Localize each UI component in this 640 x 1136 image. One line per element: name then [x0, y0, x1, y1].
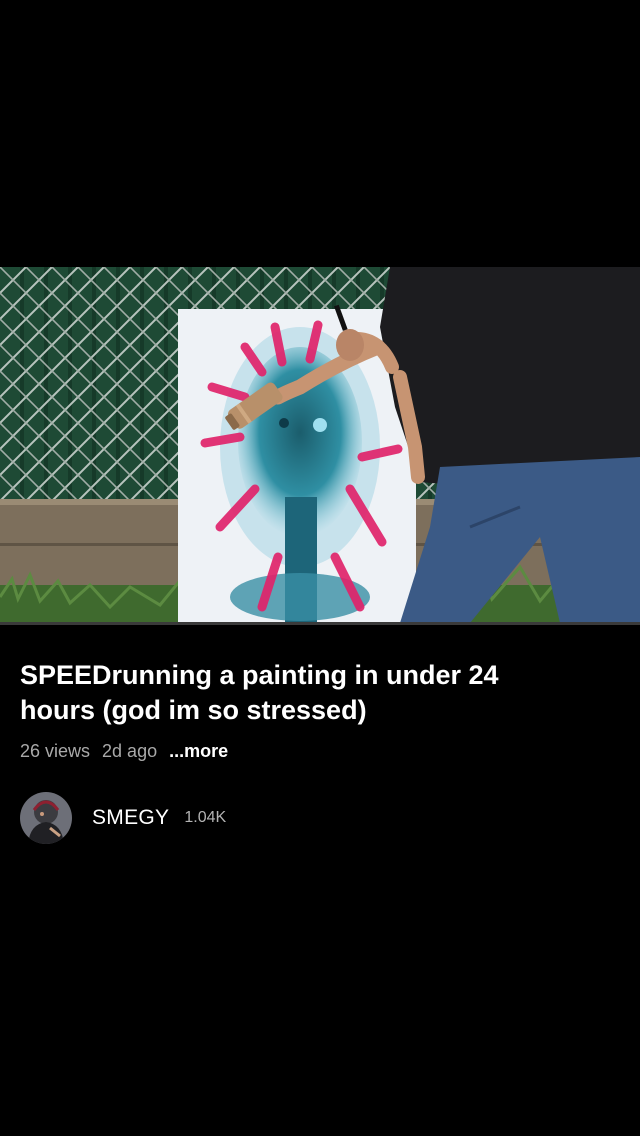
upload-age: 2d ago	[102, 741, 158, 761]
view-count: 26 views	[20, 741, 91, 761]
channel-avatar[interactable]	[20, 792, 72, 844]
video-metadata: 26 views 2d ago ...more	[20, 740, 228, 762]
video-frame-image	[0, 267, 640, 623]
video-player[interactable]	[0, 267, 640, 623]
video-title: SPEEDrunning a painting in under 24 hour…	[20, 660, 499, 725]
video-progress-bar[interactable]	[0, 622, 640, 625]
channel-name[interactable]: SMEGY	[92, 806, 169, 830]
more-description-button[interactable]: ...more	[169, 740, 228, 762]
subscriber-count: 1.04K	[184, 809, 227, 826]
channel-row[interactable]: SMEGY 1.04K	[20, 791, 226, 845]
avatar-image	[20, 792, 72, 844]
